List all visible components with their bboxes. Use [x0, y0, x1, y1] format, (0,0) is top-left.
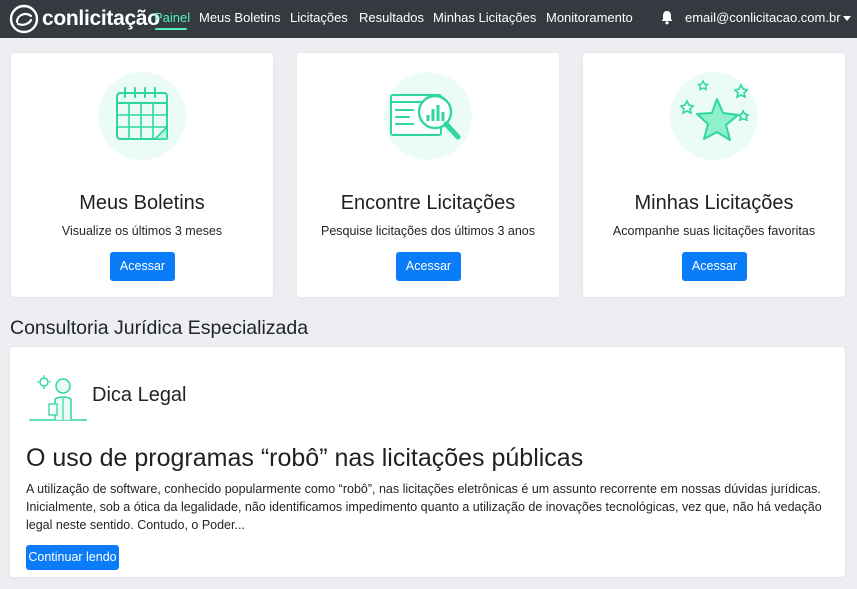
- brand[interactable]: conlicitação: [9, 4, 160, 34]
- card-meus-boletins: Meus Boletins Visualize os últimos 3 mes…: [11, 53, 273, 297]
- search-chart-icon: [383, 71, 473, 161]
- continuar-lendo-button[interactable]: Continuar lendo: [26, 545, 119, 570]
- card-subtitle: Acompanhe suas licitações favoritas: [612, 224, 816, 238]
- top-navbar: conlicitação Painel Meus Boletins Licita…: [0, 0, 857, 38]
- lawyer-icon: [29, 374, 87, 427]
- calendar-icon: [97, 71, 187, 161]
- card-minhas-licitacoes: Minhas Licitações Acompanhe suas licitaç…: [583, 53, 845, 297]
- star-icon: [669, 71, 759, 161]
- card-subtitle: Pesquise licitações dos últimos 3 anos: [320, 224, 535, 238]
- article-card: Dica Legal O uso de programas “robô” nas…: [10, 347, 845, 577]
- nav-monitoramento[interactable]: Monitoramento: [546, 10, 633, 25]
- card-title: Encontre Licitações: [340, 192, 516, 214]
- section-title: Consultoria Jurídica Especializada: [10, 317, 309, 339]
- dica-legal-label: Dica Legal: [92, 384, 187, 406]
- nav-licitacoes[interactable]: Licitações: [290, 10, 348, 25]
- card-subtitle: Visualize os últimos 3 meses: [61, 224, 223, 238]
- card-title: Minhas Licitações: [634, 192, 794, 214]
- card-encontre-licitacoes: Encontre Licitações Pesquise licitações …: [297, 53, 559, 297]
- bell-icon[interactable]: [660, 10, 674, 30]
- acessar-button[interactable]: Acessar: [396, 252, 461, 281]
- nav-minhas-licitacoes[interactable]: Minhas Licitações: [433, 10, 536, 25]
- nav-painel[interactable]: Painel: [154, 10, 190, 25]
- user-email-menu[interactable]: email@conlicitacao.com.br: [685, 10, 841, 25]
- nav-resultados[interactable]: Resultados: [359, 10, 424, 25]
- active-indicator: [155, 28, 187, 30]
- acessar-button[interactable]: Acessar: [110, 252, 175, 281]
- acessar-button[interactable]: Acessar: [682, 252, 747, 281]
- logo-icon: [9, 4, 39, 34]
- nav-meus-boletins[interactable]: Meus Boletins: [199, 10, 281, 25]
- card-title: Meus Boletins: [79, 192, 205, 214]
- caret-down-icon[interactable]: [843, 16, 851, 21]
- article-title[interactable]: O uso de programas “robô” nas licitações…: [26, 444, 583, 473]
- brand-name: conlicitação: [42, 7, 160, 30]
- article-excerpt: A utilização de software, conhecido popu…: [26, 482, 822, 532]
